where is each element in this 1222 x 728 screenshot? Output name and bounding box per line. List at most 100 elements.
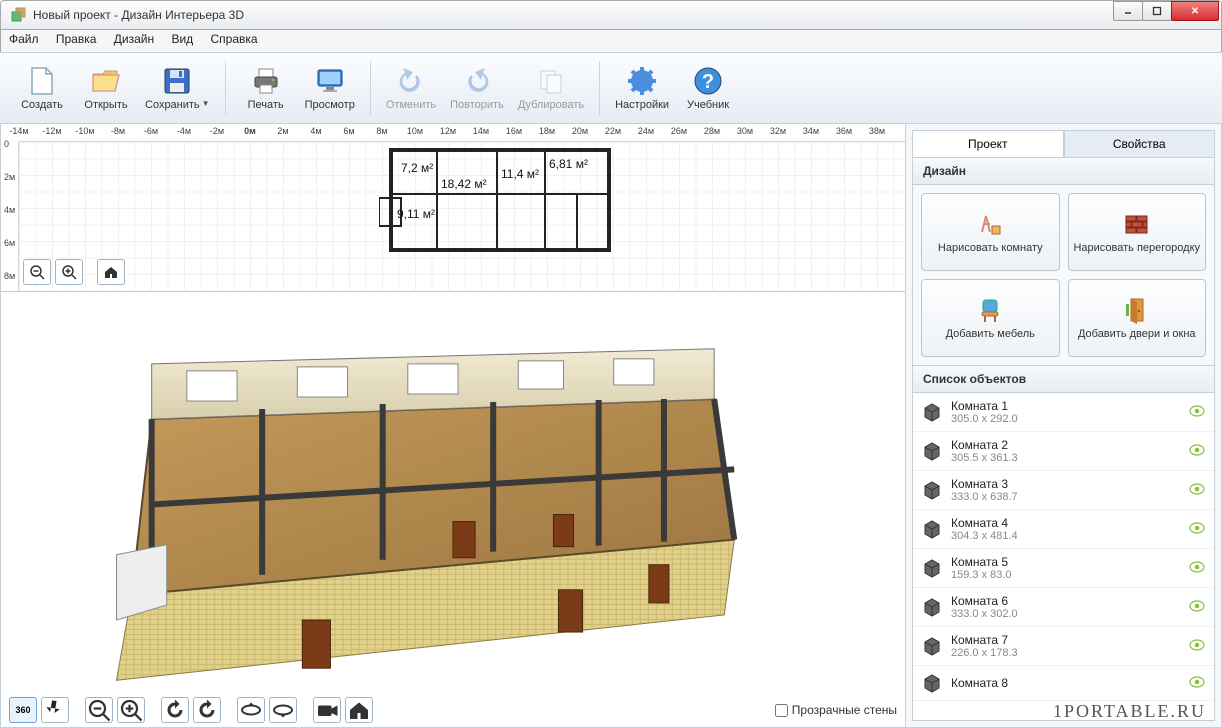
ruler-tick: 28м bbox=[704, 126, 720, 136]
object-list-item[interactable]: Комната 8 bbox=[913, 666, 1214, 701]
window-minimize[interactable] bbox=[1113, 1, 1143, 21]
ruler-tick: 10м bbox=[407, 126, 423, 136]
visibility-icon[interactable] bbox=[1188, 444, 1206, 459]
tab-project[interactable]: Проект bbox=[912, 130, 1064, 157]
object-dim: 333.0 x 302.0 bbox=[951, 608, 1188, 620]
visibility-icon[interactable] bbox=[1188, 600, 1206, 615]
add-furniture-button[interactable]: Добавить мебель bbox=[921, 279, 1060, 357]
rotate-right-button[interactable] bbox=[193, 697, 221, 723]
object-list-item[interactable]: Комната 5159.3 x 83.0 bbox=[913, 549, 1214, 588]
tilt-up-button[interactable] bbox=[237, 697, 265, 723]
tab-properties[interactable]: Свойства bbox=[1064, 130, 1216, 157]
watermark: 1PORTABLE.RU bbox=[1053, 701, 1206, 722]
ruler-v-tick: 2м bbox=[4, 172, 15, 182]
window-close[interactable]: ✕ bbox=[1171, 1, 1219, 21]
ruler-tick: -4м bbox=[177, 126, 191, 136]
object-list-item[interactable]: Комната 7226.0 x 178.3 bbox=[913, 627, 1214, 666]
main-toolbar: Создать Открыть Сохранить▼ Печать Просмо… bbox=[0, 52, 1222, 124]
rotate-left-button[interactable] bbox=[161, 697, 189, 723]
menu-design[interactable]: Дизайн bbox=[114, 32, 154, 46]
settings-button[interactable]: Настройки bbox=[608, 57, 676, 119]
redo-button[interactable]: Повторить bbox=[443, 57, 511, 119]
duplicate-button[interactable]: Дублировать bbox=[511, 57, 591, 119]
object-list-item[interactable]: Комната 2305.5 x 361.3 bbox=[913, 432, 1214, 471]
door-icon bbox=[1123, 296, 1151, 324]
object-name: Комната 5 bbox=[951, 555, 1188, 569]
zoom-in-2d[interactable] bbox=[55, 259, 83, 285]
plan-label-r5: 9,11 м² bbox=[397, 207, 435, 221]
home-2d[interactable] bbox=[97, 259, 125, 285]
new-file-icon bbox=[26, 65, 58, 97]
duplicate-icon bbox=[535, 65, 567, 97]
ruler-tick: 16м bbox=[506, 126, 522, 136]
object-list-item[interactable]: Комната 6333.0 x 302.0 bbox=[913, 588, 1214, 627]
ruler-tick: -10м bbox=[75, 126, 94, 136]
ruler-tick: -12м bbox=[42, 126, 61, 136]
zoom-in-3d[interactable] bbox=[117, 697, 145, 723]
create-button[interactable]: Создать bbox=[10, 57, 74, 119]
folder-open-icon bbox=[90, 65, 122, 97]
preview-button[interactable]: Просмотр bbox=[298, 57, 362, 119]
plan-label-r4: 6,81 м² bbox=[549, 157, 588, 171]
ruler-vertical: 02м4м6м8м bbox=[1, 142, 19, 291]
ruler-tick: -14м bbox=[9, 126, 28, 136]
object-name: Комната 3 bbox=[951, 477, 1188, 491]
object-name: Комната 7 bbox=[951, 633, 1188, 647]
redo-icon bbox=[461, 65, 493, 97]
object-dim: 305.0 x 292.0 bbox=[951, 413, 1188, 425]
open-button[interactable]: Открыть bbox=[74, 57, 138, 119]
visibility-icon[interactable] bbox=[1188, 522, 1206, 537]
menu-file[interactable]: Файл bbox=[9, 32, 39, 46]
add-doors-button[interactable]: Добавить двери и окна bbox=[1068, 279, 1207, 357]
titlebar: Новый проект - Дизайн Интерьера 3D ✕ bbox=[0, 0, 1222, 30]
menu-help[interactable]: Справка bbox=[211, 32, 258, 46]
object-dim: 305.5 x 361.3 bbox=[951, 452, 1188, 464]
ruler-tick: 24м bbox=[638, 126, 654, 136]
save-button[interactable]: Сохранить▼ bbox=[138, 57, 217, 119]
transparent-walls-checkbox[interactable]: Прозрачные стены bbox=[775, 703, 897, 717]
undo-button[interactable]: Отменить bbox=[379, 57, 443, 119]
window-maximize[interactable] bbox=[1142, 1, 1172, 21]
print-button[interactable]: Печать bbox=[234, 57, 298, 119]
save-dropdown-icon[interactable]: ▼ bbox=[202, 99, 210, 108]
cube-icon bbox=[921, 440, 943, 462]
ruler-tick: 12м bbox=[440, 126, 456, 136]
visibility-icon[interactable] bbox=[1188, 561, 1206, 576]
visibility-icon[interactable] bbox=[1188, 639, 1206, 654]
home-3d[interactable] bbox=[345, 697, 373, 723]
pan-button[interactable] bbox=[41, 697, 69, 723]
ruler-tick: 20м bbox=[572, 126, 588, 136]
view-360-button[interactable]: 360 bbox=[9, 697, 37, 723]
visibility-icon[interactable] bbox=[1188, 676, 1206, 691]
draw-room-icon bbox=[976, 210, 1004, 238]
draw-room-button[interactable]: Нарисовать комнату bbox=[921, 193, 1060, 271]
visibility-icon[interactable] bbox=[1188, 405, 1206, 420]
menubar: Файл Правка Дизайн Вид Справка bbox=[0, 30, 1222, 52]
visibility-icon[interactable] bbox=[1188, 483, 1206, 498]
ruler-tick: -8м bbox=[111, 126, 125, 136]
tilt-down-button[interactable] bbox=[269, 697, 297, 723]
ruler-tick: 36м bbox=[836, 126, 852, 136]
ruler-tick: 34м bbox=[803, 126, 819, 136]
object-list-item[interactable]: Комната 3333.0 x 638.7 bbox=[913, 471, 1214, 510]
floor-plan[interactable]: 7,2 м² 18,42 м² 11,4 м² 6,81 м² 9,11 м² bbox=[379, 146, 611, 256]
view-3d[interactable]: 360 Прозрачные стены bbox=[1, 292, 905, 727]
ruler-tick: 22м bbox=[605, 126, 621, 136]
zoom-out-3d[interactable] bbox=[85, 697, 113, 723]
zoom-out-2d[interactable] bbox=[23, 259, 51, 285]
transparent-walls-input[interactable] bbox=[775, 704, 788, 717]
menu-view[interactable]: Вид bbox=[171, 32, 193, 46]
object-list-item[interactable]: Комната 4304.3 x 481.4 bbox=[913, 510, 1214, 549]
ruler-tick: 2м bbox=[277, 126, 288, 136]
object-list[interactable]: Комната 1305.0 x 292.0Комната 2305.5 x 3… bbox=[913, 393, 1214, 720]
object-list-item[interactable]: Комната 1305.0 x 292.0 bbox=[913, 393, 1214, 432]
tutorial-button[interactable]: ? Учебник bbox=[676, 57, 740, 119]
menu-edit[interactable]: Правка bbox=[56, 32, 97, 46]
ruler-tick: 38м bbox=[869, 126, 885, 136]
plan-label-r1: 7,2 м² bbox=[401, 161, 433, 175]
camera-button[interactable] bbox=[313, 697, 341, 723]
cube-icon bbox=[921, 479, 943, 501]
printer-icon bbox=[250, 65, 282, 97]
draw-partition-button[interactable]: Нарисовать перегородку bbox=[1068, 193, 1207, 271]
view-2d[interactable]: -2м-4м-6м-8м-10м-12м-14м0м2м4м6м8м10м12м… bbox=[1, 124, 905, 292]
